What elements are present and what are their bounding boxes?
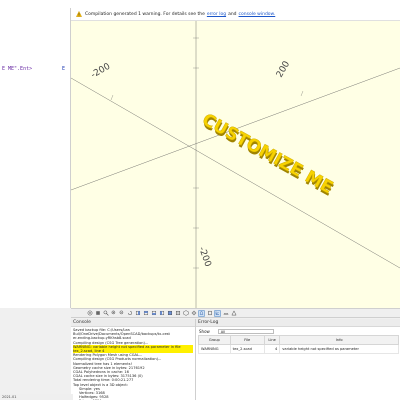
error-log-panel: Error-Log Show All Group File Line Info … <box>196 319 400 400</box>
zoom-out-icon <box>119 310 123 315</box>
axes-icon <box>215 311 219 315</box>
console-panel: Console Saved backup file: C:/Users/Lea … <box>71 319 196 400</box>
column-header-info[interactable]: Info <box>279 335 399 345</box>
error-log-table: Group File Line Info WARNING tex_2.scad … <box>198 335 399 354</box>
orthographic-button[interactable] <box>206 310 213 317</box>
3d-viewport[interactable]: -200 200 -200 CUSTOMIZE ME CUSTOMIZE ME <box>71 8 400 308</box>
cube-front-icon <box>167 310 172 316</box>
cube-back-icon <box>175 310 180 316</box>
view-back-button[interactable] <box>174 310 181 317</box>
view-diagonal-button[interactable] <box>182 310 189 317</box>
render-button[interactable] <box>94 310 101 317</box>
column-header-line[interactable]: Line <box>263 335 281 345</box>
view-bottom-button[interactable] <box>150 310 157 317</box>
zoom-fit-icon <box>103 310 109 316</box>
model-text: CUSTOMIZE ME <box>199 110 337 198</box>
console-title: Console <box>71 319 195 327</box>
axis-label: -200 <box>196 246 212 269</box>
column-header-group[interactable]: Group <box>198 335 231 345</box>
perspective-icon <box>199 311 204 315</box>
show-label: Show <box>199 328 210 334</box>
editor-line: E <box>62 66 66 72</box>
viewport-canvas: -200 200 -200 CUSTOMIZE ME CUSTOMIZE ME <box>71 8 400 308</box>
row-file: tex_2.scad <box>229 344 265 354</box>
console-line: Saved backup file: C:/Users/Lea Bull/One… <box>73 328 170 337</box>
message-and: and <box>228 11 237 17</box>
view-left-button[interactable] <box>158 310 165 317</box>
message-text: Compilation generated 1 warning. For det… <box>85 11 205 17</box>
table-row[interactable]: WARNING tex_2.scad 4 variable height not… <box>198 344 399 354</box>
editor-line: E ME".Ent> <box>2 66 33 72</box>
cube-bottom-icon <box>151 310 156 316</box>
console-output[interactable]: Saved backup file: C:/Users/Lea Bull/One… <box>71 327 195 400</box>
error-log-title: Error-Log <box>196 319 400 327</box>
show-axes-button[interactable] <box>214 309 221 317</box>
zoom-in-icon <box>111 310 115 315</box>
scale-icon <box>223 313 228 315</box>
cube-top-icon <box>143 310 148 316</box>
perspective-button[interactable] <box>198 309 205 317</box>
axis-label: -200 <box>90 62 113 81</box>
error-log-filter: Show All <box>196 327 400 335</box>
zoom-fit-button[interactable] <box>102 310 109 317</box>
compilation-message-bar: Compilation generated 1 warning. For det… <box>71 8 400 21</box>
console-window-link[interactable]: console window. <box>239 12 276 17</box>
crosshair-icon <box>191 310 196 316</box>
preview-icon <box>87 310 92 316</box>
axis-label: 200 <box>275 59 292 79</box>
customize-me-model[interactable]: CUSTOMIZE ME CUSTOMIZE ME <box>198 110 338 201</box>
cube-left-icon <box>159 310 164 316</box>
x-axis <box>71 77 400 269</box>
view-toolbar <box>71 308 400 318</box>
console-line: WARNING: variable height not specified a… <box>73 344 193 354</box>
zoom-in-button[interactable] <box>110 310 117 317</box>
render-icon <box>95 311 100 315</box>
orthographic-icon <box>207 310 212 316</box>
cube-right-icon <box>135 310 140 316</box>
view-right-button[interactable] <box>134 310 141 317</box>
view-center-button[interactable] <box>190 310 197 317</box>
reset-view-button[interactable] <box>126 310 133 317</box>
view-top-button[interactable] <box>142 310 149 317</box>
show-scale-button[interactable] <box>222 310 229 317</box>
status-bar: 2021.01 <box>0 394 73 400</box>
row-group: WARNING <box>198 344 231 354</box>
warning-icon <box>76 11 82 17</box>
zoom-out-button[interactable] <box>118 310 125 317</box>
edges-icon <box>231 310 236 316</box>
cube-diagonal-icon <box>182 310 189 316</box>
preview-button[interactable] <box>86 310 93 317</box>
show-filter-select[interactable]: All <box>217 328 274 334</box>
row-line: 4 <box>263 344 281 354</box>
column-header-file[interactable]: File <box>229 335 265 345</box>
show-edges-button[interactable] <box>230 310 237 317</box>
error-log-link[interactable]: error log <box>207 12 226 17</box>
code-editor[interactable]: E ME".Ent> E <box>0 8 71 308</box>
row-info: variable height not specified as paramet… <box>279 344 399 354</box>
reset-view-icon <box>127 310 132 316</box>
view-front-button[interactable] <box>166 310 173 317</box>
